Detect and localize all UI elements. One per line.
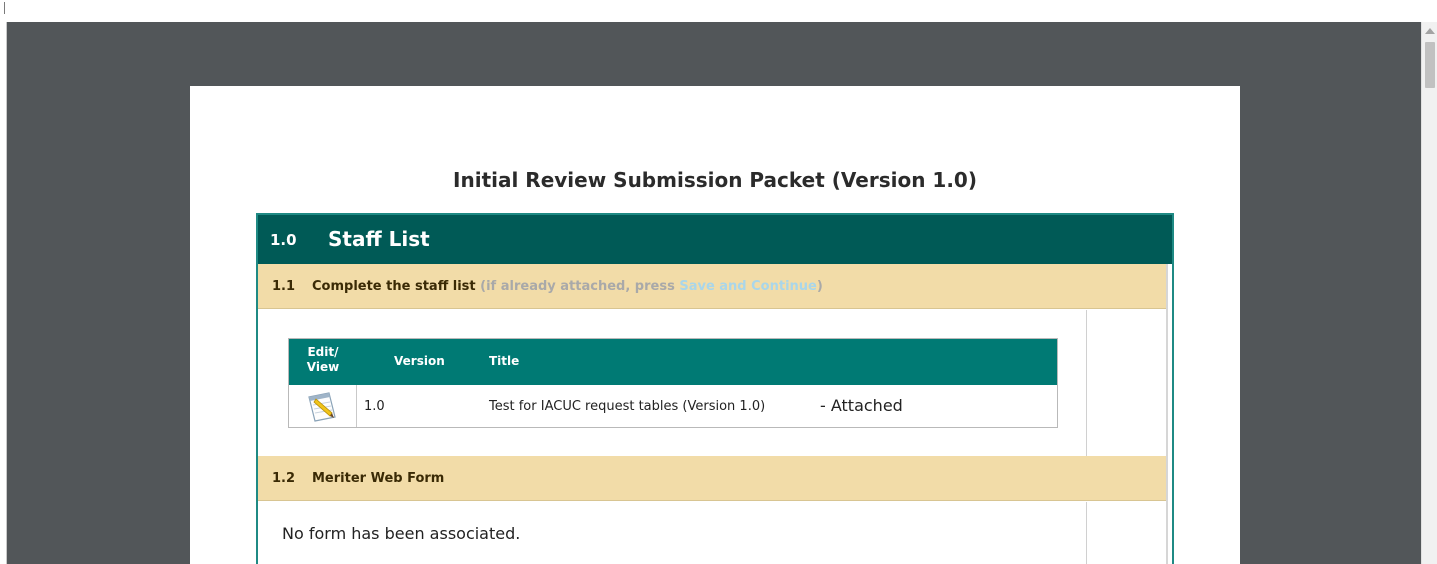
edit-view-line2: View [306, 360, 340, 374]
scroll-up-arrow-icon[interactable] [1425, 28, 1435, 34]
subsection-body-1-1: Edit/ View Version Title 1.0 Test for IA… [258, 310, 1166, 456]
edit-view-line1: Edit/ [307, 345, 339, 359]
subsection-title: Complete the staff list (if already atta… [312, 279, 823, 294]
document-page: Initial Review Submission Packet (Versio… [190, 86, 1240, 564]
title-cell: Test for IACUC request tables (Version 1… [489, 399, 766, 414]
subsection-hint: (if already attached, press Save and Con… [480, 279, 823, 294]
section-number: 1.0 [270, 231, 297, 249]
column-header-title: Title [489, 354, 520, 368]
table-row: 1.0 Test for IACUC request tables (Versi… [289, 385, 1057, 427]
subsection-title: Meriter Web Form [312, 471, 445, 486]
browser-top-strip [0, 0, 1437, 22]
subsection-title-text: Complete the staff list [312, 279, 476, 294]
subsection-number: 1.1 [272, 279, 296, 294]
column-header-version: Version [394, 354, 445, 368]
notepad-icon[interactable] [305, 391, 341, 423]
viewer-left-edge [0, 22, 7, 564]
column-header-edit-view: Edit/ View [289, 345, 357, 375]
page-title: Initial Review Submission Packet (Versio… [453, 168, 977, 192]
vertical-scrollbar[interactable] [1421, 22, 1437, 564]
subsection-header-1-1: 1.1 Complete the staff list (if already … [258, 264, 1166, 309]
body-divider [1086, 310, 1087, 456]
status-badge: - Attached [820, 396, 903, 415]
version-cell: 1.0 [364, 399, 385, 414]
staff-list-section: 1.0 Staff List 1.1 Complete the staff li… [256, 213, 1174, 564]
section-title: Staff List [328, 227, 430, 251]
table-header: Edit/ View Version Title [289, 339, 1057, 385]
text-caret [4, 2, 5, 14]
subsection-header-1-2: 1.2 Meriter Web Form [258, 456, 1166, 501]
hint-prefix: (if already attached, press [480, 279, 680, 294]
no-form-message: No form has been associated. [282, 524, 521, 543]
hint-suffix: ) [816, 279, 823, 294]
subsection-number: 1.2 [272, 471, 296, 486]
section-right-divider [1166, 264, 1168, 564]
subsection-body-1-2: No form has been associated. [258, 502, 1166, 564]
section-header: 1.0 Staff List [258, 215, 1172, 264]
attachments-table: Edit/ View Version Title 1.0 Test for IA… [288, 338, 1058, 428]
body-divider [1086, 502, 1087, 564]
edit-view-cell [289, 385, 357, 427]
scrollbar-thumb[interactable] [1425, 42, 1435, 88]
save-and-continue-link[interactable]: Save and Continue [679, 279, 817, 294]
